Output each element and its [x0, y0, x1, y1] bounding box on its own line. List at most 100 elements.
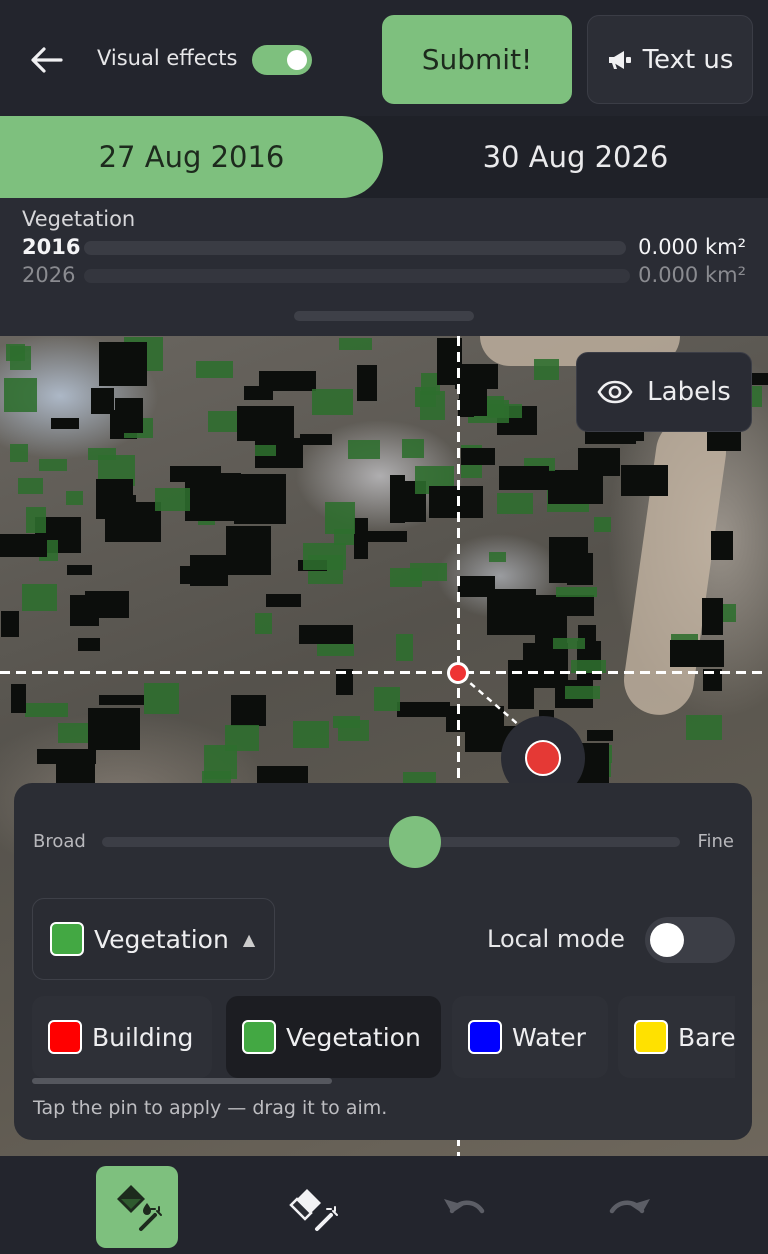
fill-tool-button[interactable]: [96, 1166, 178, 1248]
tab-date-2026[interactable]: 30 Aug 2026: [383, 116, 768, 198]
crosshair-center: [447, 662, 469, 684]
class-select-label: Vegetation: [94, 924, 229, 954]
detail-slider-knob[interactable]: [389, 816, 441, 868]
field-patch: [298, 625, 353, 644]
vegetation-patch: [10, 346, 32, 370]
chip-label: Vegetation: [286, 1022, 421, 1052]
vegetation-patch: [419, 390, 446, 421]
vegetation-patch: [21, 584, 57, 611]
field-patch: [535, 594, 595, 616]
vegetation-patch: [66, 491, 83, 505]
field-patch: [233, 474, 286, 524]
field-patch: [37, 749, 96, 765]
vegetation-patch: [143, 683, 180, 714]
field-patch: [115, 397, 144, 434]
vegetation-patch: [685, 714, 723, 740]
text-us-label: Text us: [642, 44, 734, 75]
vegetation-patch: [255, 613, 273, 635]
field-patch: [460, 447, 496, 465]
chip-bare[interactable]: Bare: [618, 996, 735, 1078]
chip-vegetation[interactable]: Vegetation: [226, 996, 441, 1078]
vegetation-patch: [9, 443, 28, 462]
vegetation-swatch-icon: [50, 922, 84, 956]
vegetation-patch: [303, 542, 346, 571]
tab-date-2016[interactable]: 27 Aug 2016: [0, 116, 383, 198]
labels-button[interactable]: Labels: [576, 352, 752, 432]
local-mode-toggle[interactable]: [645, 917, 735, 963]
vegetation-patch: [339, 337, 372, 350]
field-patch: [88, 707, 140, 750]
field-patch: [85, 590, 129, 618]
vegetation-patch: [593, 517, 611, 533]
field-patch: [455, 363, 499, 389]
field-patch: [498, 466, 550, 490]
toggle-knob: [287, 50, 307, 70]
vegetation-patch: [24, 702, 69, 717]
vegetation-patch: [154, 487, 190, 512]
redo-icon: [609, 1199, 650, 1214]
stat-bar-2016: [84, 241, 626, 255]
visual-effects-toggle[interactable]: [252, 45, 312, 75]
undo-button[interactable]: [424, 1166, 506, 1248]
field-patch: [77, 638, 100, 652]
field-patch: [621, 464, 668, 497]
field-patch: [390, 474, 406, 523]
class-select[interactable]: Vegetation ▲: [32, 898, 275, 980]
eraser-icon: [289, 1189, 338, 1231]
vegetation-patch: [317, 644, 355, 657]
vegetation-patch: [497, 493, 534, 515]
building-swatch-icon: [48, 1020, 82, 1054]
vegetation-patch: [402, 439, 424, 459]
field-patch: [91, 387, 114, 414]
eraser-tool-button[interactable]: [272, 1166, 354, 1248]
slider-min-label: Broad: [33, 831, 86, 852]
field-patch: [367, 530, 408, 542]
field-patch: [0, 534, 48, 558]
vegetation-patch: [3, 378, 37, 412]
field-patch: [586, 730, 614, 742]
field-patch: [266, 593, 301, 608]
bare-swatch-icon: [634, 1020, 668, 1054]
chip-label: Bare: [678, 1022, 735, 1052]
text-us-button[interactable]: Text us: [587, 15, 753, 104]
chip-label: Building: [92, 1022, 194, 1052]
vegetation-patch: [396, 633, 414, 662]
field-patch: [225, 526, 271, 575]
labels-button-label: Labels: [647, 377, 731, 407]
pin-dot-icon: [525, 740, 561, 776]
vegetation-swatch-icon: [242, 1020, 276, 1054]
field-patch: [353, 518, 369, 559]
field-patch: [110, 494, 136, 515]
back-button[interactable]: [26, 40, 66, 80]
field-patch: [567, 552, 593, 585]
field-patch: [243, 385, 273, 400]
vegetation-patch: [555, 586, 598, 598]
stat-year-2016: 2016: [22, 235, 81, 259]
field-patch: [66, 564, 92, 575]
chip-water[interactable]: Water: [452, 996, 608, 1078]
class-chip-list: Building Vegetation Water Bare: [32, 996, 735, 1078]
stat-value-2026: 0.000 km²: [638, 263, 746, 287]
redo-button[interactable]: [588, 1166, 670, 1248]
megaphone-icon: [608, 50, 631, 69]
field-patch: [190, 554, 229, 586]
field-patch: [98, 341, 148, 387]
field-patch: [458, 398, 474, 418]
vegetation-patch: [58, 722, 90, 743]
vegetation-patch: [410, 562, 447, 582]
stat-bar-2026: [84, 269, 630, 283]
field-patch: [50, 417, 79, 430]
chip-scrollbar[interactable]: [32, 1078, 332, 1084]
field-patch: [237, 406, 294, 441]
vegetation-patch: [332, 716, 361, 729]
slider-max-label: Fine: [697, 831, 734, 852]
submit-button[interactable]: Submit!: [382, 15, 572, 104]
field-patch: [578, 448, 621, 476]
field-patch: [299, 434, 332, 446]
drag-handle[interactable]: [294, 311, 474, 321]
local-mode-label: Local mode: [487, 925, 625, 953]
field-patch: [98, 695, 144, 706]
hint-text: Tap the pin to apply — drag it to aim.: [33, 1097, 388, 1119]
chip-building[interactable]: Building: [32, 996, 212, 1078]
field-patch: [0, 610, 19, 637]
